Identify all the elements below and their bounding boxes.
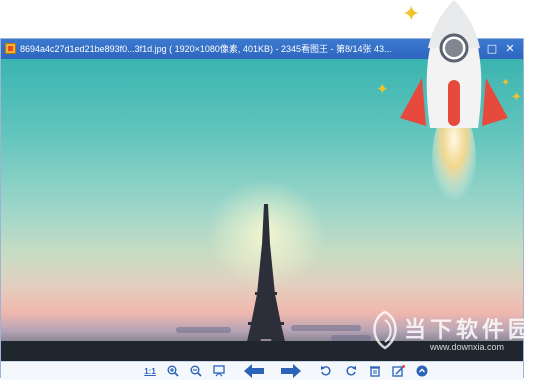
more-options-icon[interactable]	[415, 363, 429, 379]
slideshow-icon[interactable]	[212, 363, 226, 379]
watermark: 当下软件园 www.downxia.com	[368, 310, 538, 360]
rotate-right-icon[interactable]	[344, 363, 358, 379]
actual-size-button[interactable]: 1:1	[142, 363, 158, 379]
eiffel-tower-image	[243, 204, 289, 361]
bottom-toolbar: 1:1	[1, 361, 523, 380]
sparkle-icon: ✦	[376, 80, 389, 98]
previous-arrow-icon[interactable]	[243, 363, 265, 379]
next-arrow-icon[interactable]	[280, 363, 302, 379]
zoom-in-icon[interactable]	[166, 363, 180, 379]
edit-icon[interactable]	[391, 363, 405, 379]
zoom-out-icon[interactable]	[189, 363, 203, 379]
cloud	[291, 325, 361, 331]
rocket-overlay-icon	[400, 0, 508, 212]
sparkle-icon: ✦	[511, 90, 522, 105]
rotate-left-icon[interactable]	[319, 363, 333, 379]
watermark-brand: 当下软件园	[404, 318, 535, 343]
sparkle-icon: ✦	[402, 2, 421, 27]
window-title: 8694a4c27d1ed21be893f0...3f1d.jpg ( 1920…	[20, 44, 392, 54]
sparkle-icon: ✦	[501, 76, 511, 89]
cloud	[176, 327, 231, 333]
watermark-url: www.downxia.com	[430, 342, 505, 352]
delete-icon[interactable]	[368, 363, 382, 379]
watermark-logo-icon	[373, 310, 397, 350]
app-icon	[5, 43, 16, 54]
